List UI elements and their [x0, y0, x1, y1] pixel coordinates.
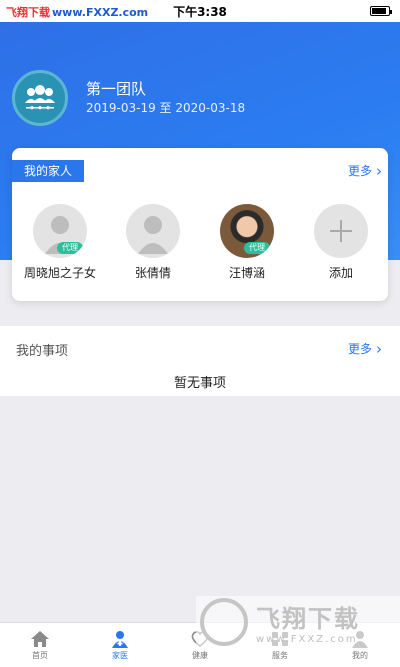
home-icon — [31, 630, 49, 647]
member-name: 汪博涵 — [228, 266, 265, 280]
family-more-label: 更多 — [347, 164, 372, 178]
family-more-link[interactable]: 更多 › — [348, 162, 382, 179]
tab-label: 家医 — [112, 650, 128, 660]
watermark-domain: www.FXXZ.com — [52, 6, 149, 19]
member-name: 周晓旭之子女 — [23, 266, 96, 280]
battery-icon — [370, 6, 392, 16]
doctor-icon — [112, 630, 128, 648]
watermark-logo: 飞翔下载 www.FXXZ.com — [196, 596, 400, 648]
chevron-right-icon: › — [376, 161, 382, 180]
default-avatar-icon: 代理 — [33, 204, 87, 258]
status-time: 下午3:38 — [173, 4, 227, 19]
watermark-top: 飞翔下载 www.FXXZ.com — [6, 4, 148, 20]
matters-title: 我的事项 — [16, 344, 69, 359]
proxy-badge: 代理 — [244, 242, 270, 254]
member-photo-avatar: 代理 — [220, 204, 274, 258]
family-member[interactable]: 代理 汪博涵 — [207, 204, 287, 284]
plus-icon — [314, 204, 368, 258]
tab-label: 首页 — [32, 650, 48, 660]
family-member-list: 代理 周晓旭之子女 张倩倩 代理 汪博涵 添加 — [12, 204, 388, 284]
family-section-title: 我的家人 — [12, 160, 85, 182]
watermark-site-name: 飞翔下载 — [6, 6, 50, 19]
watermark-logo-url: www.FXXZ.com — [256, 634, 358, 645]
family-card: 我的家人 更多 › 代理 周晓旭之子女 张倩倩 代理 汪博涵 添加 — [12, 148, 388, 301]
team-name: 第一团队 — [86, 80, 147, 98]
team-period: 2019-03-19 至 2020-03-18 — [86, 101, 246, 115]
matters-section: 我的事项 更多 › 暂无事项 — [0, 326, 400, 396]
tab-home[interactable]: 首页 — [0, 623, 80, 667]
team-group-icon[interactable] — [12, 70, 68, 126]
status-bar: 飞翔下载 www.FXXZ.com 下午3:38 — [0, 0, 400, 22]
watermark-logo-title: 飞翔下载 — [256, 605, 360, 633]
matters-more-label: 更多 — [347, 342, 372, 356]
member-name: 张倩倩 — [134, 266, 171, 280]
default-avatar-icon — [126, 204, 180, 258]
tab-label: 健康 — [192, 650, 208, 660]
watermark-logo-icon — [200, 598, 248, 646]
family-member[interactable]: 张倩倩 — [113, 204, 193, 284]
chevron-right-icon: › — [376, 339, 382, 358]
matters-empty-text: 暂无事项 — [173, 376, 226, 391]
tab-label: 我的 — [352, 650, 368, 660]
family-member[interactable]: 代理 周晓旭之子女 — [20, 204, 100, 284]
proxy-badge: 代理 — [57, 242, 83, 254]
add-member-label: 添加 — [328, 266, 353, 280]
add-member-button[interactable]: 添加 — [301, 204, 381, 284]
matters-more-link[interactable]: 更多 › — [348, 340, 382, 357]
tab-label: 服务 — [272, 650, 288, 660]
tab-family-doctor[interactable]: 家医 — [80, 623, 160, 667]
